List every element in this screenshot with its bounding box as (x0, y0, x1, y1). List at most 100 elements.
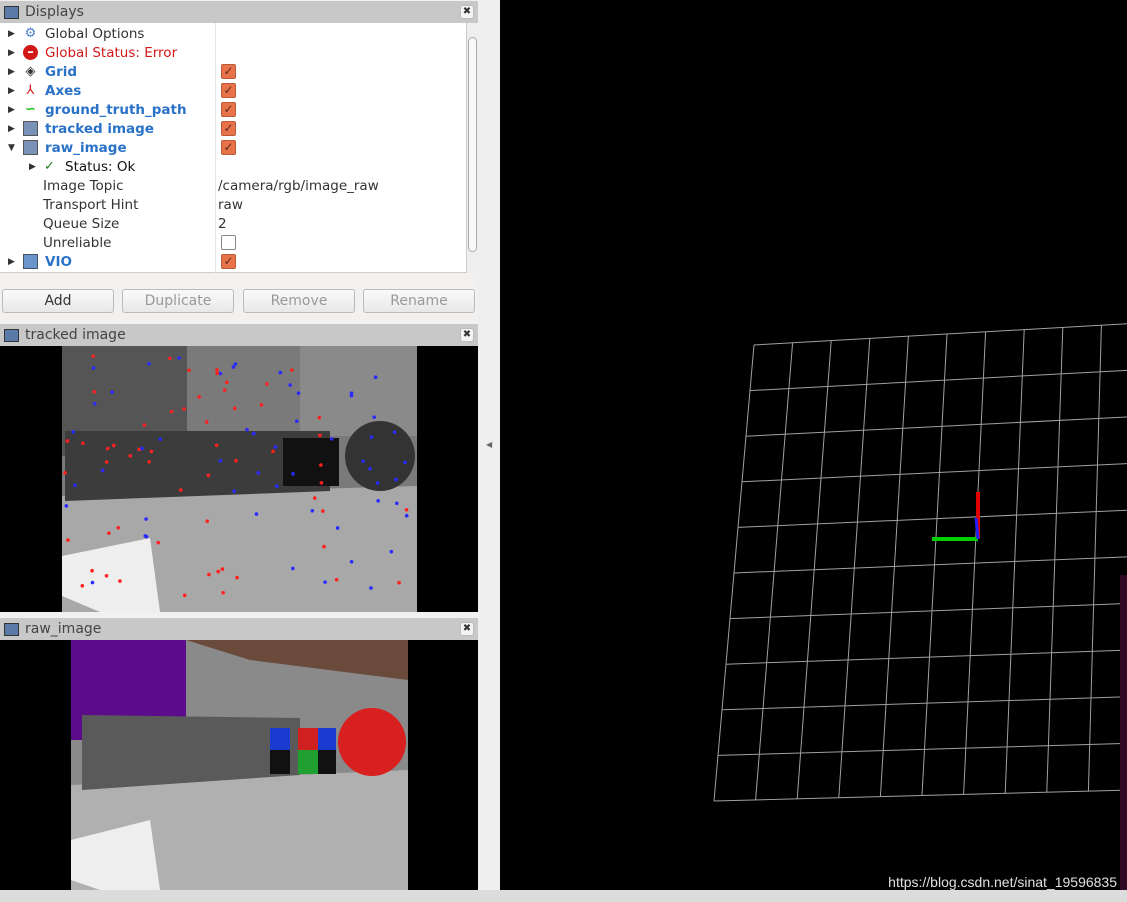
feature-point (349, 393, 354, 398)
feature-point (204, 420, 209, 424)
feature-point (91, 366, 96, 370)
close-icon[interactable]: ✖ (460, 622, 474, 636)
status-bar (0, 890, 1127, 902)
feature-point (220, 567, 225, 571)
feature-point (294, 419, 299, 424)
feature-point (215, 371, 219, 376)
feature-point (403, 460, 407, 465)
feature-point (232, 406, 237, 411)
feature-point (322, 544, 326, 549)
feature-point (187, 368, 191, 373)
prop-transport-hint[interactable]: Transport Hint raw (0, 195, 466, 214)
tree-item-ground-truth-path[interactable]: ▶ ∽ ground_truth_path ✓ (0, 100, 466, 119)
feature-point (216, 569, 220, 574)
feature-point (73, 483, 77, 488)
check-icon: ✓ (44, 159, 55, 174)
tree-item-tracked-image[interactable]: ▶ tracked image ✓ (0, 119, 466, 138)
rename-button[interactable]: Rename (363, 289, 475, 313)
feature-point (321, 509, 325, 513)
feature-point (197, 395, 202, 399)
vio-checkbox[interactable]: ✓ (221, 254, 236, 269)
feature-point (71, 430, 76, 434)
feature-point (291, 472, 295, 476)
feature-point (278, 370, 283, 375)
feature-point (80, 583, 85, 588)
axes-icon: ⅄ (26, 83, 35, 98)
feature-point (63, 470, 67, 475)
image-icon (23, 121, 38, 136)
panel-splitter[interactable]: ◀ (478, 0, 500, 890)
feature-point (235, 575, 239, 580)
tree-item-axes[interactable]: ▶ ⅄ Axes ✓ (0, 81, 466, 100)
displays-scrollbar[interactable] (466, 23, 478, 273)
feature-point (140, 446, 144, 451)
feature-point (207, 572, 211, 577)
feature-point (182, 593, 187, 598)
tree-item-status-ok[interactable]: ▶ ✓ Status: Ok (0, 157, 466, 176)
grid-line (741, 463, 1127, 483)
tree-item-global-options[interactable]: ▶ ⚙ Global Options (0, 24, 466, 43)
axes-checkbox[interactable]: ✓ (221, 83, 236, 98)
tree-item-vio[interactable]: ▶ VIO ✓ (0, 252, 466, 271)
feature-point (296, 391, 301, 395)
displays-tree: ▶ ⚙ Global Options ▶ – Global Status: Erro… (0, 23, 466, 273)
tree-item-raw-image[interactable]: ▼ raw_image ✓ (0, 138, 466, 157)
feature-point (334, 577, 339, 582)
feature-point (104, 460, 109, 464)
prop-queue-size[interactable]: Queue Size 2 (0, 214, 466, 233)
tree-item-grid[interactable]: ▶ ◈ Grid ✓ (0, 62, 466, 81)
ground-truth-path-checkbox[interactable]: ✓ (221, 102, 236, 117)
feature-point (206, 473, 211, 478)
feature-point (275, 484, 279, 488)
raw-image-view (0, 640, 478, 890)
unreliable-checkbox[interactable] (221, 235, 236, 250)
grid (713, 323, 1127, 802)
tracked-image-panel-header: tracked image ✖ (0, 324, 478, 346)
feature-point (404, 507, 409, 512)
close-icon[interactable]: ✖ (460, 5, 474, 19)
feature-point (312, 496, 317, 500)
tracked-image-view (0, 346, 478, 612)
feature-point (142, 423, 147, 427)
feature-point (317, 415, 322, 420)
prop-unreliable[interactable]: Unreliable (0, 233, 466, 252)
feature-point (233, 362, 238, 366)
feature-point (232, 489, 236, 493)
grid-line (729, 602, 1127, 620)
feature-point (116, 525, 121, 530)
feature-point (319, 481, 324, 485)
raw-image-checkbox[interactable]: ✓ (221, 140, 236, 155)
grid-checkbox[interactable]: ✓ (221, 64, 236, 79)
feature-point (259, 403, 264, 407)
displays-panel-header: Displays ✖ (0, 1, 478, 23)
tracked-image-checkbox[interactable]: ✓ (221, 121, 236, 136)
feature-point (290, 368, 294, 372)
feature-point (158, 437, 163, 441)
grid-line (745, 416, 1127, 437)
feature-point (392, 430, 397, 435)
grid-line (717, 742, 1127, 756)
duplicate-button[interactable]: Duplicate (122, 289, 234, 313)
feature-point (147, 361, 151, 366)
feature-point (222, 388, 227, 392)
feature-point (369, 586, 373, 590)
feature-point (254, 512, 259, 516)
prop-image-topic[interactable]: Image Topic /camera/rgb/image_raw (0, 176, 466, 195)
grid-line (749, 369, 1127, 392)
grid-line (713, 789, 1127, 802)
remove-button[interactable]: Remove (243, 289, 355, 313)
feature-point (271, 449, 275, 454)
tree-item-global-status[interactable]: ▶ – Global Status: Error (0, 43, 466, 62)
axis-z-blue (974, 517, 980, 540)
feature-point (65, 439, 70, 443)
image-icon (4, 622, 19, 636)
close-icon[interactable]: ✖ (460, 328, 474, 342)
monitor-icon (4, 5, 19, 19)
feature-point (128, 454, 133, 458)
feature-point (169, 409, 174, 414)
add-button[interactable]: Add (2, 289, 114, 313)
feature-point (376, 499, 380, 503)
feature-point (372, 415, 377, 419)
raw-image-panel-header: raw_image ✖ (0, 618, 478, 640)
3d-render-view[interactable] (500, 0, 1127, 890)
